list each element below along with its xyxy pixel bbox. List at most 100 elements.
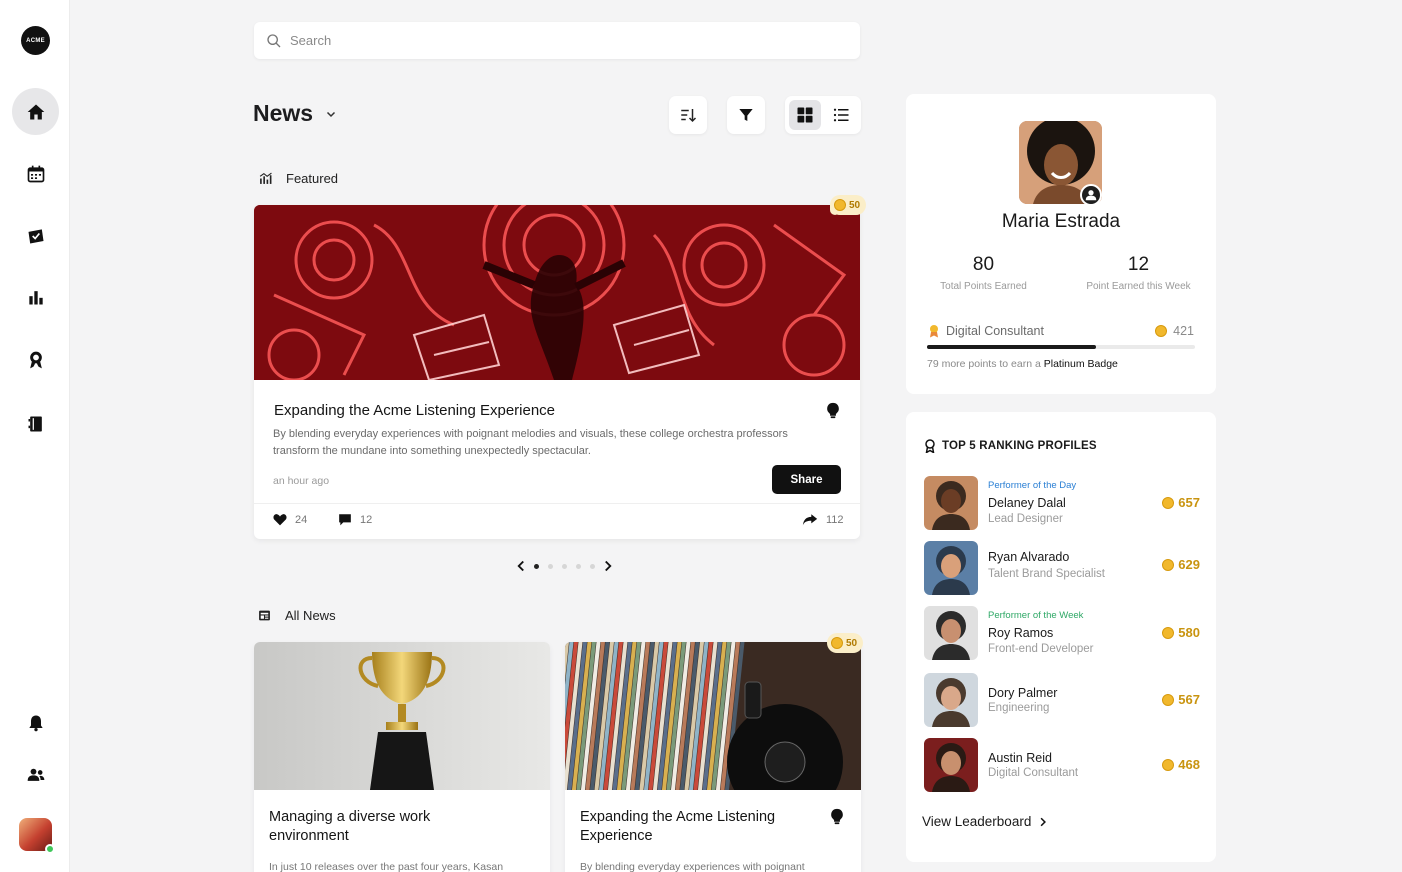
sort-button[interactable] bbox=[669, 96, 707, 134]
filter-button[interactable] bbox=[727, 96, 765, 134]
ranking-row[interactable]: Ryan Alvarado Talent Brand Specialist 629 bbox=[924, 541, 1200, 595]
ranking-points-value: 567 bbox=[1178, 692, 1200, 707]
ranking-points-value: 629 bbox=[1178, 557, 1200, 572]
ranking-row[interactable]: Austin Reid Digital Consultant 468 bbox=[924, 738, 1200, 792]
users-icon[interactable] bbox=[12, 751, 59, 798]
view-leaderboard-label: View Leaderboard bbox=[922, 814, 1032, 829]
ranking-title: TOP 5 RANKING PROFILES bbox=[924, 439, 1097, 453]
featured-carousel-pager bbox=[516, 560, 613, 572]
home-icon[interactable] bbox=[12, 88, 59, 135]
ranking-points-value: 468 bbox=[1178, 757, 1200, 772]
acme-logo[interactable]: ACME bbox=[21, 26, 50, 55]
featured-timestamp: an hour ago bbox=[273, 475, 330, 487]
ranking-role: Engineering bbox=[988, 702, 1050, 714]
share-button[interactable]: Share bbox=[772, 465, 841, 494]
ticket-icon[interactable] bbox=[12, 212, 59, 259]
ranking-role: Digital Consultant bbox=[988, 767, 1079, 779]
list-view-button[interactable] bbox=[825, 100, 857, 130]
badge-progress-note: 79 more points to earn a Platinum Badge bbox=[927, 358, 1118, 370]
featured-news-image bbox=[254, 205, 860, 380]
news-card[interactable]: Managing a diverse work environment In j… bbox=[254, 642, 550, 872]
featured-news-card[interactable]: Expanding the Acme Listening Experience … bbox=[254, 205, 860, 539]
news-card[interactable]: Expanding the Acme Listening Experience … bbox=[565, 642, 861, 872]
view-leaderboard-link[interactable]: View Leaderboard bbox=[922, 814, 1047, 829]
coin-icon bbox=[834, 199, 846, 211]
sort-icon bbox=[681, 109, 697, 123]
ranking-role: Lead Designer bbox=[988, 513, 1063, 525]
total-points-value: 80 bbox=[972, 254, 995, 275]
profile-role-points: 421 bbox=[1155, 324, 1194, 338]
chevron-left-icon[interactable] bbox=[516, 560, 526, 572]
calendar-icon[interactable] bbox=[12, 150, 59, 197]
award-icon[interactable] bbox=[12, 336, 59, 383]
lightbulb-icon[interactable] bbox=[826, 402, 840, 419]
ranking-points: 468 bbox=[1162, 757, 1200, 772]
neon-instruments-image bbox=[254, 205, 860, 380]
pager-dot[interactable] bbox=[576, 563, 581, 569]
filter-icon bbox=[739, 109, 753, 121]
pager-dot[interactable] bbox=[562, 563, 567, 569]
news-card-image bbox=[254, 642, 550, 790]
news-card-points-badge: 50 bbox=[827, 633, 864, 653]
bell-icon[interactable] bbox=[12, 699, 59, 746]
ranking-avatar[interactable] bbox=[924, 606, 978, 660]
news-card-title: Managing a diverse work environment bbox=[269, 809, 431, 844]
ranking-role: Talent Brand Specialist bbox=[988, 568, 1105, 580]
featured-label: Featured bbox=[286, 171, 339, 186]
ranking-avatar[interactable] bbox=[924, 673, 978, 727]
pager-dot[interactable] bbox=[548, 563, 553, 569]
ranking-avatar[interactable] bbox=[924, 541, 978, 595]
ranking-avatar[interactable] bbox=[924, 738, 978, 792]
news-card-points: 50 bbox=[846, 637, 858, 649]
ranking-avatar[interactable] bbox=[924, 476, 978, 530]
user-avatar[interactable] bbox=[19, 818, 55, 854]
ranking-title-text: TOP 5 RANKING PROFILES bbox=[942, 440, 1097, 452]
ranking-points: 567 bbox=[1162, 692, 1200, 707]
news-card-description: By blending everyday experiences with po… bbox=[580, 861, 805, 872]
vinyl-records-image bbox=[565, 642, 861, 790]
heart-icon bbox=[273, 514, 287, 526]
comment-count: 12 bbox=[360, 513, 373, 526]
ranking-row[interactable]: Performer of the Day Delaney Dalal Lead De… bbox=[924, 476, 1200, 530]
featured-points-badge: 50 bbox=[830, 195, 867, 215]
chevron-right-icon[interactable] bbox=[603, 560, 613, 572]
coin-icon bbox=[1162, 693, 1175, 706]
coin-icon bbox=[1155, 325, 1168, 337]
search-input[interactable] bbox=[290, 33, 830, 48]
bar-chart-icon[interactable] bbox=[12, 273, 59, 320]
ranking-row[interactable]: Performer of the Week Roy Ramos Front-end … bbox=[924, 606, 1200, 660]
sidebar: ACME bbox=[0, 0, 70, 872]
share-count: 112 bbox=[826, 513, 844, 526]
like-stat[interactable]: 24 bbox=[273, 513, 307, 526]
share-stat[interactable]: 112 bbox=[802, 513, 844, 526]
coin-icon bbox=[1162, 558, 1175, 571]
ranking-card: TOP 5 RANKING PROFILES Performer of the … bbox=[906, 412, 1216, 862]
ranking-name: Austin Reid bbox=[988, 751, 1052, 765]
all-news-section-label: All News bbox=[258, 608, 336, 623]
ranking-name: Dory Palmer bbox=[988, 686, 1058, 700]
ranking-points: 580 bbox=[1162, 625, 1200, 640]
ranking-points: 657 bbox=[1162, 495, 1200, 510]
trending-chart-icon bbox=[259, 172, 272, 184]
total-points-label: Total Points Earned bbox=[940, 281, 1027, 292]
news-title-dropdown[interactable]: News bbox=[253, 100, 337, 127]
comment-stat[interactable]: 12 bbox=[338, 513, 372, 526]
book-icon[interactable] bbox=[12, 400, 59, 447]
ranking-name: Roy Ramos bbox=[988, 626, 1054, 640]
grid-view-button[interactable] bbox=[789, 100, 821, 130]
pager-dot[interactable] bbox=[590, 563, 595, 569]
badge-progress-text: 79 more points to earn a bbox=[927, 358, 1041, 370]
news-card-title: Expanding the Acme Listening Experience bbox=[580, 809, 776, 844]
featured-title: Expanding the Acme Listening Experience bbox=[274, 402, 556, 419]
grid-icon bbox=[797, 107, 813, 123]
search-bar bbox=[254, 22, 860, 59]
lightbulb-icon[interactable] bbox=[830, 808, 844, 825]
chevron-right-icon bbox=[1040, 817, 1047, 826]
chevron-down-icon bbox=[327, 111, 336, 117]
badge-name: Platinum Badge bbox=[1043, 358, 1118, 370]
ranking-row[interactable]: Dory Palmer Engineering 567 bbox=[924, 673, 1200, 727]
pager-dot[interactable] bbox=[534, 563, 539, 569]
ranking-name: Delaney Dalal bbox=[988, 496, 1066, 510]
profile-role-points-value: 421 bbox=[1173, 324, 1194, 338]
share-arrow-icon bbox=[802, 514, 818, 526]
